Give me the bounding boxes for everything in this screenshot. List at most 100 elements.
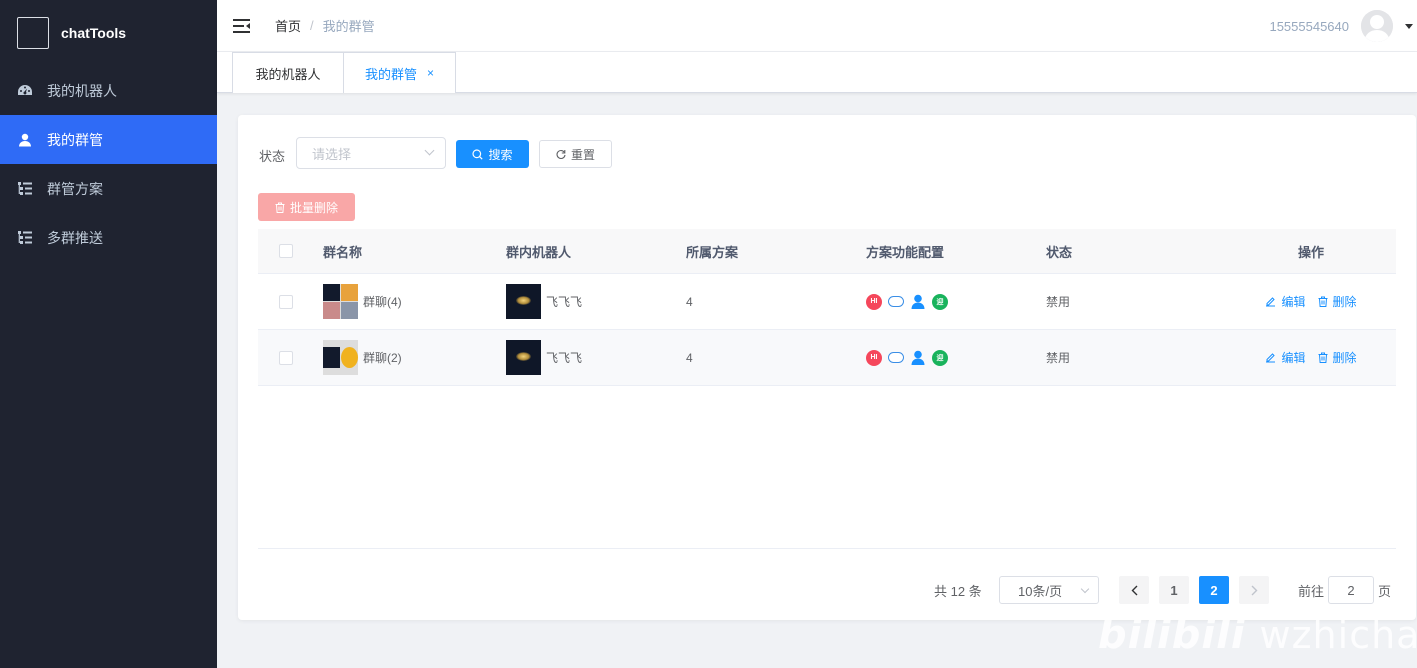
- status-select[interactable]: 请选择: [296, 137, 446, 169]
- sidebar-item-label: 多群推送: [47, 229, 103, 246]
- trash-icon: [1318, 352, 1327, 363]
- dashboard-icon: [17, 83, 33, 99]
- menu-fold-icon[interactable]: [233, 18, 251, 34]
- edit-button[interactable]: 编辑: [1265, 293, 1306, 310]
- reset-button-label: 重置: [570, 147, 595, 162]
- delete-button[interactable]: 删除: [1318, 293, 1357, 310]
- chevron-right-icon: [1251, 585, 1257, 595]
- table-bottom-divider: [258, 548, 1396, 549]
- main-card: 状态 请选择 搜索 重置 批量删除 群名称 群内机器人 所属方案 方案功能配置 …: [238, 115, 1416, 620]
- user-menu[interactable]: 15555545640: [1269, 0, 1417, 52]
- group-avatar: [323, 340, 358, 375]
- sidebar-item-label: 我的机器人: [47, 82, 117, 99]
- column-header-actions: 操作: [1297, 244, 1324, 260]
- brand-logo: [17, 17, 49, 49]
- status-filter-label: 状态: [259, 149, 286, 164]
- edit-icon: [1266, 297, 1276, 307]
- row-checkbox[interactable]: [279, 350, 293, 365]
- brand: chatTools: [0, 0, 217, 66]
- trash-icon: [1318, 296, 1327, 307]
- plan-value: 4: [686, 294, 693, 309]
- delete-label: 删除: [1332, 295, 1357, 309]
- avatar[interactable]: [1361, 10, 1393, 42]
- caret-down-icon[interactable]: [1405, 23, 1413, 29]
- sidebar: chatTools 我的机器人 我的群管 群管方案 多群推送: [0, 0, 217, 668]
- tab-my-robots[interactable]: 我的机器人: [232, 52, 344, 93]
- pagination-total: 共 12 条: [934, 583, 982, 599]
- group-name: 群聊(4): [363, 295, 402, 309]
- user-phone: 15555545640: [1269, 18, 1349, 34]
- status-select-placeholder: 请选择: [312, 146, 352, 162]
- chevron-down-icon: [1080, 584, 1090, 594]
- prev-page-button[interactable]: [1119, 576, 1149, 604]
- reset-button[interactable]: 重置: [539, 140, 612, 168]
- user-icon: [17, 132, 33, 148]
- tags-view: 我的机器人 我的群管 ×: [217, 52, 1417, 93]
- member-icon: [910, 350, 926, 366]
- status-value: 禁用: [1046, 295, 1071, 309]
- tab-label: 我的群管: [364, 66, 417, 82]
- list-icon: [17, 230, 33, 246]
- close-icon[interactable]: ×: [427, 66, 434, 80]
- trash-icon: [275, 202, 285, 213]
- group-table: 群名称 群内机器人 所属方案 方案功能配置 状态 操作 群聊(4) 飞飞飞 4: [258, 229, 1396, 386]
- tab-label: 我的机器人: [255, 66, 321, 82]
- robot-icon: [888, 296, 904, 307]
- column-header-group-name: 群名称: [323, 244, 363, 260]
- next-page-button[interactable]: [1239, 576, 1269, 604]
- refresh-icon: [556, 149, 566, 159]
- robot-avatar: [506, 340, 541, 375]
- robot-name: 飞飞飞: [546, 295, 583, 309]
- page-button-2[interactable]: 2: [1199, 576, 1229, 604]
- sidebar-item-label: 我的群管: [47, 131, 103, 148]
- column-header-functions: 方案功能配置: [866, 244, 945, 260]
- welcome-icon: 迎: [932, 293, 948, 310]
- group-name: 群聊(2): [363, 351, 402, 365]
- search-button[interactable]: 搜索: [456, 140, 529, 168]
- delete-button[interactable]: 删除: [1318, 349, 1357, 366]
- column-header-status: 状态: [1046, 244, 1073, 260]
- sidebar-item-group-plans[interactable]: 群管方案: [0, 164, 217, 213]
- header: 首页 / 我的群管 15555545640: [217, 0, 1417, 52]
- hi-icon: HI: [866, 293, 882, 310]
- search-icon: [472, 148, 484, 160]
- table-row: 群聊(4) 飞飞飞 4 HI 迎 禁用 编辑 删除: [258, 274, 1396, 330]
- welcome-icon: 迎: [932, 349, 948, 366]
- sidebar-item-my-groups[interactable]: 我的群管: [0, 115, 217, 164]
- goto-suffix: 页: [1378, 583, 1392, 599]
- function-config: HI 迎: [866, 349, 1046, 366]
- goto-page-input[interactable]: 2: [1328, 576, 1374, 604]
- hi-icon: HI: [866, 349, 882, 366]
- column-header-plan: 所属方案: [686, 244, 739, 260]
- member-icon: [910, 294, 926, 310]
- table-row: 群聊(2) 飞飞飞 4 HI 迎 禁用 编辑 删除: [258, 330, 1396, 386]
- page-size-value: 10条/页: [1018, 583, 1063, 599]
- breadcrumb-home[interactable]: 首页: [275, 16, 301, 35]
- edit-label: 编辑: [1281, 351, 1306, 365]
- edit-button[interactable]: 编辑: [1265, 349, 1306, 366]
- breadcrumb: 首页 / 我的群管: [275, 16, 375, 35]
- chevron-left-icon: [1131, 585, 1137, 595]
- search-button-label: 搜索: [488, 147, 513, 162]
- robot-avatar: [506, 284, 541, 319]
- robot-name: 飞飞飞: [546, 351, 583, 365]
- robot-icon: [888, 352, 904, 363]
- chevron-down-icon: [424, 145, 435, 156]
- sidebar-item-label: 群管方案: [47, 180, 103, 197]
- delete-label: 删除: [1332, 351, 1357, 365]
- breadcrumb-current: 我的群管: [322, 19, 375, 34]
- page-size-select[interactable]: 10条/页: [999, 576, 1099, 604]
- select-all-checkbox[interactable]: [279, 244, 293, 258]
- tab-my-groups[interactable]: 我的群管 ×: [343, 52, 456, 93]
- table-header: 群名称 群内机器人 所属方案 方案功能配置 状态 操作: [258, 229, 1396, 274]
- sidebar-item-my-robots[interactable]: 我的机器人: [0, 66, 217, 115]
- page-button-1[interactable]: 1: [1159, 576, 1189, 604]
- row-checkbox[interactable]: [279, 294, 293, 309]
- edit-label: 编辑: [1281, 295, 1306, 309]
- list-icon: [17, 181, 33, 197]
- plan-value: 4: [686, 350, 693, 365]
- batch-delete-label: 批量删除: [289, 200, 338, 215]
- sidebar-item-multi-group-push[interactable]: 多群推送: [0, 213, 217, 262]
- batch-delete-button[interactable]: 批量删除: [258, 193, 355, 221]
- function-config: HI 迎: [866, 293, 1046, 310]
